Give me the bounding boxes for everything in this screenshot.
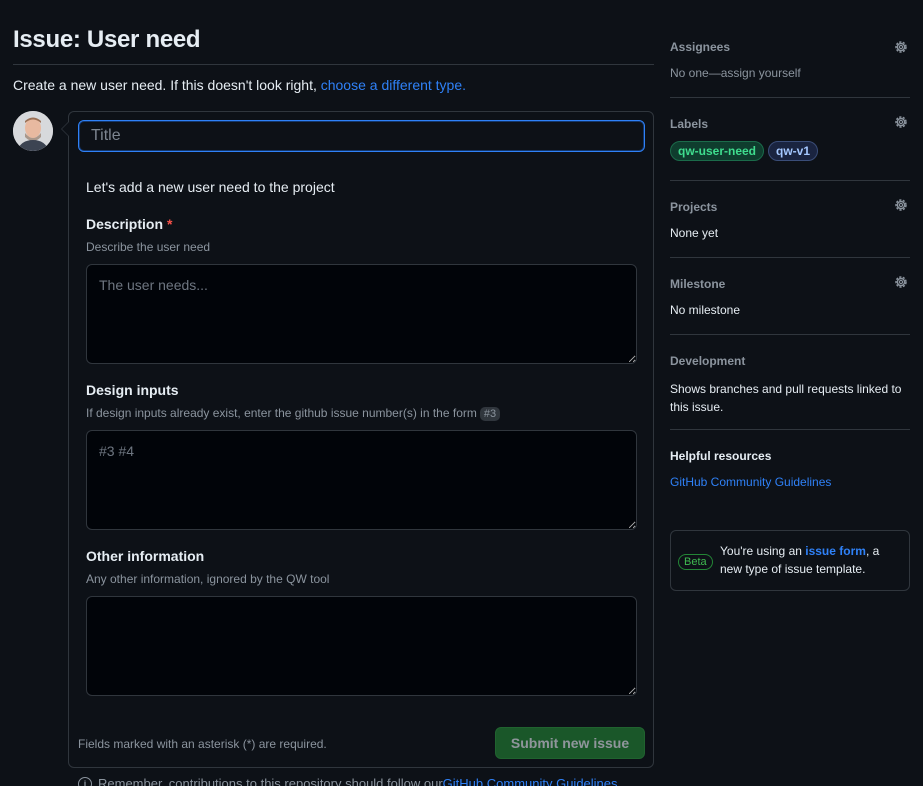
description-help: Describe the user need: [86, 240, 211, 254]
community-guidelines-link[interactable]: GitHub Community Guidelines: [670, 475, 831, 489]
page-title: Issue: User need: [13, 26, 201, 53]
subtitle-text: Create a new user need. If this doesn't …: [13, 77, 321, 93]
development-heading: Development: [670, 354, 746, 368]
contribution-reminder: i Remember, contributions to this reposi…: [78, 776, 618, 786]
projects-value: None yet: [670, 226, 719, 240]
design-inputs-help: If design inputs already exist, enter th…: [86, 406, 501, 421]
label-qw-v1[interactable]: qw-v1: [768, 141, 819, 161]
assignees-heading: Assignees: [670, 40, 731, 54]
choose-type-link[interactable]: choose a different type.: [321, 77, 466, 93]
required-asterisk: *: [167, 216, 173, 232]
form-intro: Let's add a new user need to the project: [86, 179, 335, 195]
page-subtitle: Create a new user need. If this doesn't …: [13, 77, 466, 93]
labels-heading: Labels: [670, 117, 709, 131]
description-textarea[interactable]: [86, 264, 637, 364]
beta-notice-text: You're using an issue form, a new type o…: [720, 544, 880, 576]
other-info-textarea[interactable]: [86, 596, 637, 696]
design-inputs-label: Design inputs: [86, 382, 179, 398]
labels-list: qw-user-need qw-v1: [670, 141, 822, 161]
other-info-label: Other information: [86, 548, 205, 564]
projects-heading: Projects: [670, 200, 718, 214]
issue-title-input[interactable]: [78, 120, 645, 152]
milestone-gear-icon[interactable]: [893, 274, 909, 290]
other-info-help: Any other information, ignored by the QW…: [86, 572, 330, 586]
milestone-heading: Milestone: [670, 277, 726, 291]
guidelines-link-footer[interactable]: GitHub Community Guidelines: [443, 776, 618, 786]
assign-yourself-link[interactable]: assign yourself: [721, 66, 801, 80]
title-divider: [13, 64, 654, 65]
projects-gear-icon[interactable]: [893, 197, 909, 213]
description-label: Description *: [86, 216, 173, 232]
assignees-gear-icon[interactable]: [893, 39, 909, 55]
required-note: Fields marked with an asterisk (*) are r…: [78, 737, 327, 751]
labels-gear-icon[interactable]: [893, 114, 909, 130]
info-icon: i: [78, 776, 92, 786]
assignees-value: No one—assign yourself: [670, 66, 801, 80]
helpful-resources-heading: Helpful resources: [670, 449, 772, 463]
avatar[interactable]: [13, 111, 53, 151]
milestone-value: No milestone: [670, 303, 741, 317]
issue-form-link[interactable]: issue form: [805, 544, 866, 558]
label-qw-user-need[interactable]: qw-user-need: [670, 141, 765, 161]
development-value: Shows branches and pull requests linked …: [670, 382, 902, 414]
beta-badge: Beta: [678, 554, 713, 570]
issue-ref-badge: #3: [479, 407, 501, 421]
design-inputs-textarea[interactable]: [86, 430, 637, 530]
assignees-none: No one—: [670, 66, 721, 80]
submit-issue-button[interactable]: Submit new issue: [495, 727, 645, 759]
